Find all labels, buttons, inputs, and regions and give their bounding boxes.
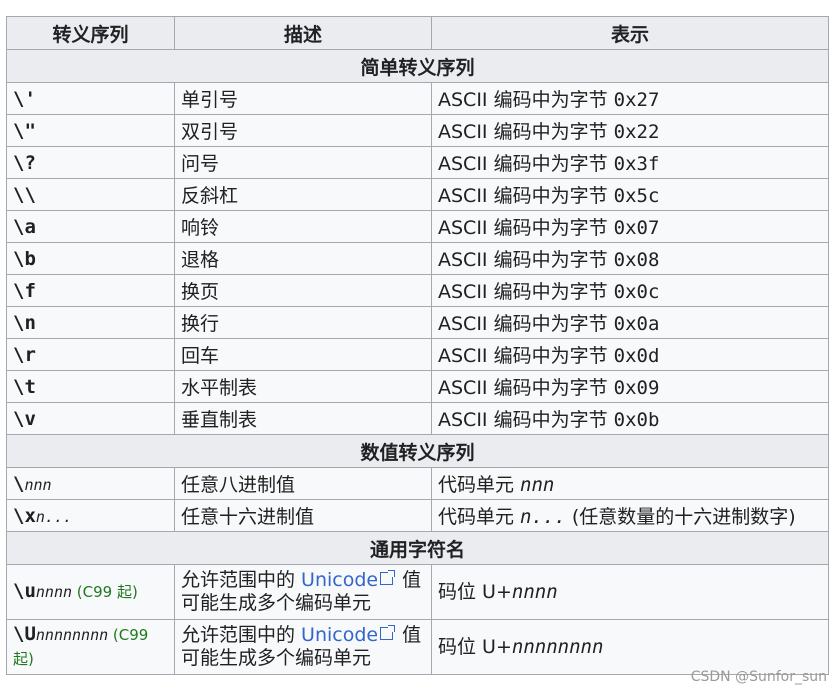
description-cell: 允许范围中的 Unicode 值可能生成多个编码单元 — [174, 564, 432, 620]
description-cell: 垂直制表 — [174, 402, 432, 435]
table-row: \? 问号 ASCII 编码中为字节 0x3f — [6, 146, 829, 179]
table-row: \n 换行 ASCII 编码中为字节 0x0a — [6, 306, 829, 339]
representation-cell: 代码单元 nnn — [431, 467, 829, 500]
escape-seq-cell: \xn... — [6, 499, 175, 532]
table-row: \r 回车 ASCII 编码中为字节 0x0d — [6, 338, 829, 371]
representation-cell: ASCII 编码中为字节 0x3f — [431, 146, 829, 179]
table-row: \\ 反斜杠 ASCII 编码中为字节 0x5c — [6, 178, 829, 211]
table-row: \b 退格 ASCII 编码中为字节 0x08 — [6, 242, 829, 275]
table-header-row: 转义序列 描述 表示 — [6, 16, 829, 50]
escape-seq-cell: \n — [6, 306, 175, 339]
section-title-universal: 通用字符名 — [6, 531, 829, 565]
escape-seq-cell: \r — [6, 338, 175, 371]
table-row: \" 双引号 ASCII 编码中为字节 0x22 — [6, 114, 829, 147]
external-link-icon — [380, 570, 396, 585]
representation-cell: ASCII 编码中为字节 0x08 — [431, 242, 829, 275]
description-cell: 换行 — [174, 306, 432, 339]
escape-seq-cell: \" — [6, 114, 175, 147]
unicode-link[interactable]: Unicode — [301, 569, 378, 591]
representation-cell: 码位 U+nnnnnnnn — [431, 619, 829, 675]
representation-cell: ASCII 编码中为字节 0x22 — [431, 114, 829, 147]
description-cell: 换页 — [174, 274, 432, 307]
escape-seq-cell: \nnn — [6, 467, 175, 500]
unicode-link[interactable]: Unicode — [301, 624, 378, 646]
table-row: \' 单引号 ASCII 编码中为字节 0x27 — [6, 82, 829, 115]
header-description: 描述 — [174, 16, 432, 50]
watermark: CSDN @Sunfor_sun — [690, 669, 827, 685]
table-row: \a 响铃 ASCII 编码中为字节 0x07 — [6, 210, 829, 243]
escape-seq-cell: \a — [6, 210, 175, 243]
header-escape-sequence: 转义序列 — [6, 16, 175, 50]
table-row: \f 换页 ASCII 编码中为字节 0x0c — [6, 274, 829, 307]
representation-cell: ASCII 编码中为字节 0x0b — [431, 402, 829, 435]
representation-cell: 码位 U+nnnn — [431, 564, 829, 620]
description-cell: 任意十六进制值 — [174, 499, 432, 532]
representation-cell: ASCII 编码中为字节 0x5c — [431, 178, 829, 211]
representation-cell: ASCII 编码中为字节 0x09 — [431, 370, 829, 403]
description-cell: 反斜杠 — [174, 178, 432, 211]
representation-cell: ASCII 编码中为字节 0x0d — [431, 338, 829, 371]
c99-note: (C99 起) — [72, 583, 138, 601]
description-cell: 响铃 — [174, 210, 432, 243]
table-row: \unnnn (C99 起) 允许范围中的 Unicode 值可能生成多个编码单… — [6, 564, 829, 620]
description-cell: 任意八进制值 — [174, 467, 432, 500]
escape-seq-cell: \f — [6, 274, 175, 307]
escape-seq-cell: \? — [6, 146, 175, 179]
escape-seq-cell: \v — [6, 402, 175, 435]
description-cell: 水平制表 — [174, 370, 432, 403]
description-cell: 单引号 — [174, 82, 432, 115]
table-row: \v 垂直制表 ASCII 编码中为字节 0x0b — [6, 402, 829, 435]
representation-cell: 代码单元 n... (任意数量的十六进制数字) — [431, 499, 829, 532]
escape-seq-cell: \unnnn (C99 起) — [6, 564, 175, 620]
representation-cell: ASCII 编码中为字节 0x0c — [431, 274, 829, 307]
escape-sequence-table: 转义序列 描述 表示 简单转义序列 \' 单引号 ASCII 编码中为字节 0x… — [6, 16, 829, 675]
description-cell: 允许范围中的 Unicode 值可能生成多个编码单元 — [174, 619, 432, 675]
representation-cell: ASCII 编码中为字节 0x27 — [431, 82, 829, 115]
section-title-simple: 简单转义序列 — [6, 49, 829, 83]
header-representation: 表示 — [431, 16, 829, 50]
escape-seq-cell: \\ — [6, 178, 175, 211]
description-cell: 双引号 — [174, 114, 432, 147]
section-title-numeric: 数值转义序列 — [6, 434, 829, 468]
escape-seq-cell: \Unnnnnnnn (C99 起) — [6, 619, 175, 675]
escape-seq-cell: \b — [6, 242, 175, 275]
table-row: \nnn 任意八进制值 代码单元 nnn — [6, 467, 829, 500]
section-header-row: 简单转义序列 — [6, 49, 829, 83]
external-link-icon — [380, 625, 396, 640]
description-cell: 问号 — [174, 146, 432, 179]
table-row: \t 水平制表 ASCII 编码中为字节 0x09 — [6, 370, 829, 403]
description-cell: 退格 — [174, 242, 432, 275]
representation-cell: ASCII 编码中为字节 0x07 — [431, 210, 829, 243]
description-cell: 回车 — [174, 338, 432, 371]
section-header-row: 数值转义序列 — [6, 434, 829, 468]
escape-seq-cell: \' — [6, 82, 175, 115]
table-row: \xn... 任意十六进制值 代码单元 n... (任意数量的十六进制数字) — [6, 499, 829, 532]
escape-seq-cell: \t — [6, 370, 175, 403]
section-header-row: 通用字符名 — [6, 531, 829, 565]
representation-cell: ASCII 编码中为字节 0x0a — [431, 306, 829, 339]
table-row: \Unnnnnnnn (C99 起) 允许范围中的 Unicode 值可能生成多… — [6, 619, 829, 675]
